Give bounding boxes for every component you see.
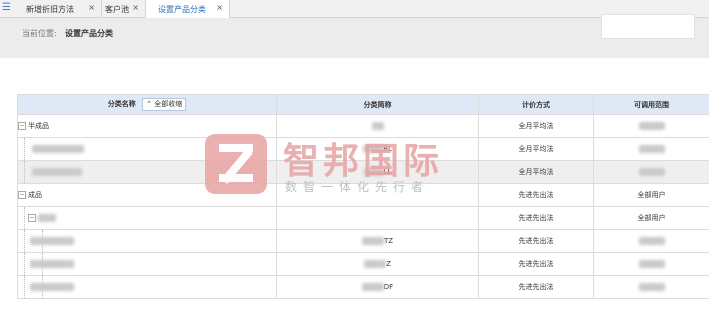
- scope: [593, 114, 709, 138]
- category-code: DF: [276, 275, 479, 299]
- pricing-method: 先进先出法: [478, 229, 594, 253]
- close-icon[interactable]: ×: [88, 3, 95, 12]
- pricing-method: 全月平均法: [478, 160, 594, 184]
- collapse-toggle-icon[interactable]: −: [28, 214, 36, 222]
- pricing-method: 先进先出法: [478, 206, 594, 230]
- category-code: TZ: [276, 229, 479, 253]
- table-row[interactable]: − 成品 先进先出法 全部用户: [17, 183, 709, 207]
- header-name-label: 分类名称: [107, 100, 136, 108]
- header-pricing: 计价方式: [478, 94, 594, 115]
- header-code: 分类简称: [276, 94, 479, 115]
- scope: 全部用户: [593, 206, 709, 230]
- category-code: BL: [276, 137, 479, 161]
- scope: [593, 275, 709, 299]
- toolbar-box: [601, 14, 695, 39]
- table-row[interactable]: − 半成品 全月平均法: [17, 114, 709, 138]
- pricing-method: 先进先出法: [478, 275, 594, 299]
- category-name: [17, 275, 277, 299]
- breadcrumb: 当前位置: 设置产品分类: [0, 14, 709, 58]
- category-name: [17, 137, 277, 161]
- close-icon[interactable]: ×: [216, 3, 223, 12]
- header-name: 分类名称 ⌃ 全部收缩: [17, 94, 277, 115]
- table-row[interactable]: TZ 先进先出法: [17, 229, 709, 253]
- category-code: [276, 114, 479, 138]
- breadcrumb-label: 当前位置:: [22, 29, 57, 38]
- category-name: [17, 160, 277, 184]
- pricing-method: 全月平均法: [478, 137, 594, 161]
- category-table: 分类名称 ⌃ 全部收缩 分类简称 计价方式 可调用范围 −半成品 全月平均法: [17, 94, 709, 299]
- tab-product-category[interactable]: 设置产品分类 ×: [146, 0, 230, 18]
- tab-new-depreciation[interactable]: 新增折旧方法 ×: [14, 0, 102, 17]
- category-code: [276, 183, 479, 207]
- category-name: − 半成品: [17, 114, 277, 138]
- pricing-method: 先进先出法: [478, 252, 594, 276]
- category-name: [17, 229, 277, 253]
- category-code: [276, 206, 479, 230]
- page-title: 设置产品分类: [65, 29, 113, 38]
- menu-icon[interactable]: ☰: [2, 3, 12, 13]
- tab-customer-pool[interactable]: 客户池 ×: [102, 0, 146, 17]
- header-scope: 可调用范围: [593, 94, 709, 115]
- category-name: − 成品: [17, 183, 277, 207]
- tab-label: 客户池: [105, 5, 129, 14]
- collapse-all-button[interactable]: ⌃ 全部收缩: [142, 98, 187, 111]
- scope: [593, 252, 709, 276]
- collapse-toggle-icon[interactable]: −: [18, 191, 26, 199]
- table-row[interactable]: − 先进先出法 全部用户: [17, 206, 709, 230]
- table-row[interactable]: Z 先进先出法: [17, 252, 709, 276]
- pricing-method: 先进先出法: [478, 183, 594, 207]
- scope: [593, 137, 709, 161]
- close-icon[interactable]: ×: [132, 3, 139, 12]
- table-header: 分类名称 ⌃ 全部收缩 分类简称 计价方式 可调用范围: [17, 94, 709, 115]
- tab-label: 设置产品分类: [158, 5, 206, 14]
- scope: [593, 229, 709, 253]
- scope: 全部用户: [593, 183, 709, 207]
- category-name: [17, 252, 277, 276]
- category-name: −: [17, 206, 277, 230]
- scope: [593, 160, 709, 184]
- collapse-toggle-icon[interactable]: −: [18, 122, 26, 130]
- category-code: Z: [276, 252, 479, 276]
- tab-label: 新增折旧方法: [26, 5, 74, 14]
- table-row[interactable]: BL 全月平均法: [17, 137, 709, 161]
- table-row[interactable]: LL 全月平均法: [17, 160, 709, 184]
- table-row[interactable]: DF 先进先出法: [17, 275, 709, 299]
- pricing-method: 全月平均法: [478, 114, 594, 138]
- main-content: 分类名称 ⌃ 全部收缩 分类简称 计价方式 可调用范围 −半成品 全月平均法: [0, 58, 709, 312]
- category-code: LL: [276, 160, 479, 184]
